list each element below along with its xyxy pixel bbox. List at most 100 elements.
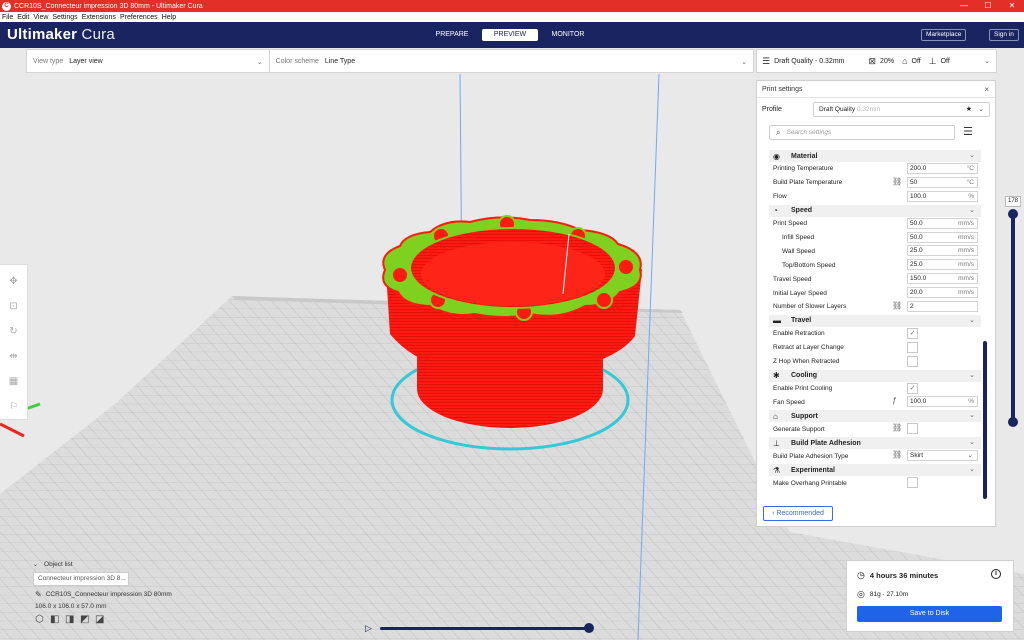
setting-enable-print-cooling: Enable Print Cooling ✓ xyxy=(769,382,981,396)
path-slider-handle[interactable] xyxy=(584,623,594,633)
color-scheme-dropdown[interactable]: Color scheme Line Type ⌄ xyxy=(270,50,753,72)
menu-edit[interactable]: Edit xyxy=(17,14,29,21)
category-title: Travel xyxy=(791,317,812,325)
setting-input[interactable]: 25.0 mm/s xyxy=(907,259,978,271)
maximize-button[interactable]: ☐ xyxy=(976,0,1000,12)
category-title: Material xyxy=(791,152,818,160)
setting-checkbox[interactable]: ✓ xyxy=(907,382,918,394)
setting-label: Build Plate Temperature xyxy=(773,179,843,187)
info-icon[interactable]: i xyxy=(991,569,1001,579)
per-model-settings-icon[interactable]: ▦ xyxy=(9,369,18,394)
support-icon: ⌂ xyxy=(773,411,778,421)
left-view-icon[interactable]: ◩ xyxy=(80,614,95,625)
layer-slider-upper-handle[interactable] xyxy=(1008,209,1018,219)
right-view-icon[interactable]: ◪ xyxy=(95,614,110,625)
menu-file[interactable]: File xyxy=(2,14,13,21)
search-settings-input[interactable]: ⌕ Search settings xyxy=(769,125,955,140)
tab-preview[interactable]: PREVIEW xyxy=(482,29,538,41)
play-icon[interactable]: ▷ xyxy=(365,623,372,634)
setting-make-overhang-printable: Make Overhang Printable xyxy=(769,476,981,490)
job-name-row[interactable]: ✎ CCR10S_Connecteur impression 3D 80mm xyxy=(35,590,233,599)
close-icon[interactable]: × xyxy=(984,81,989,98)
setting-input[interactable]: 50.0 mm/s xyxy=(907,231,978,243)
setting-input[interactable]: 20.0 mm/s xyxy=(907,287,978,299)
setting-checkbox[interactable] xyxy=(907,477,918,489)
setting-input[interactable]: 100.0% xyxy=(907,396,978,408)
marketplace-button[interactable]: Marketplace xyxy=(921,29,967,41)
setting-input[interactable]: 25.0 mm/s xyxy=(907,245,978,257)
link-icon[interactable]: ⛓ xyxy=(892,177,902,186)
menu-settings[interactable]: Settings xyxy=(52,14,77,21)
menu-view[interactable]: View xyxy=(33,14,48,21)
setting-checkbox[interactable] xyxy=(907,341,918,353)
object-list-toggle[interactable]: ⌄ Object list xyxy=(33,561,233,568)
object-list-header: Object list xyxy=(44,561,73,568)
setting-checkbox[interactable] xyxy=(907,355,918,367)
job-name: CCR10S_Connecteur impression 3D 80mm xyxy=(45,591,172,598)
print-settings-summary[interactable]: ☰ Draft Quality - 0.32mm ⊠ 20% ⌂ Off ⊥ O… xyxy=(756,49,997,73)
front-view-icon[interactable]: ◧ xyxy=(50,614,65,625)
menu-extensions[interactable]: Extensions xyxy=(82,14,116,21)
function-icon[interactable]: ƒ xyxy=(892,396,896,405)
move-tool-icon[interactable]: ✥ xyxy=(9,269,17,294)
setting-checkbox[interactable] xyxy=(907,423,918,435)
setting-select[interactable]: Skirt ⌄ xyxy=(907,450,978,462)
category-support[interactable]: ⌂ Support ⌄ xyxy=(769,410,981,423)
layer-slider-track[interactable] xyxy=(1011,216,1015,424)
brand-product: Cura xyxy=(81,26,115,43)
close-window-button[interactable]: ✕ xyxy=(1000,0,1024,12)
3d-view-icon[interactable]: ⬡ xyxy=(35,614,50,625)
view-type-dropdown[interactable]: View type Layer view ⌄ xyxy=(27,50,270,72)
setting-checkbox[interactable]: ✓ xyxy=(907,327,918,339)
rotate-tool-icon[interactable]: ↻ xyxy=(9,319,17,344)
category-travel[interactable]: ▬ Travel ⌄ xyxy=(769,314,981,327)
chevron-down-icon: ⌄ xyxy=(984,58,990,65)
category-build-plate-adhesion[interactable]: ⊥ Build Plate Adhesion ⌄ xyxy=(769,437,981,450)
window-controls: — ☐ ✕ xyxy=(952,0,1024,12)
setting-label: Printing Temperature xyxy=(773,165,834,173)
settings-scrollbar[interactable] xyxy=(983,341,987,499)
layer-slider-lower-handle[interactable] xyxy=(1008,417,1018,427)
support-blocker-icon[interactable]: ⚐ xyxy=(9,394,18,419)
recommended-button[interactable]: ‹ Recommended xyxy=(763,506,833,521)
link-icon[interactable]: ⛓ xyxy=(892,423,902,432)
path-slider-track[interactable] xyxy=(380,627,590,630)
profile-summary: Draft Quality - 0.32mm xyxy=(774,57,845,65)
menu-preferences[interactable]: Preferences xyxy=(120,14,158,21)
thermometer-icon: ◉ xyxy=(773,151,780,161)
bolt-hole xyxy=(391,266,409,284)
mirror-tool-icon[interactable]: ⇹ xyxy=(9,344,17,369)
category-speed[interactable]: ◔ Speed ⌄ xyxy=(769,204,981,217)
sign-in-button[interactable]: Sign in xyxy=(989,29,1019,41)
settings-menu-icon[interactable]: ☰ xyxy=(963,127,973,138)
star-icon[interactable]: ★ xyxy=(966,103,972,116)
setting-input[interactable]: 100.0% xyxy=(907,190,978,202)
object-list-item[interactable]: Connecteur impression 3D 8... xyxy=(33,572,129,586)
scale-tool-icon[interactable]: ⊡ xyxy=(9,294,17,319)
menu-help[interactable]: Help xyxy=(162,14,176,21)
category-material[interactable]: ◉ Material ⌄ xyxy=(769,150,981,162)
setting-input[interactable]: 50 °C xyxy=(907,176,978,188)
setting-initial-layer-speed: Initial Layer Speed 20.0 mm/s xyxy=(769,286,981,300)
top-view-icon[interactable]: ◨ xyxy=(65,614,80,625)
setting-label: Fan Speed xyxy=(773,398,805,406)
setting-input[interactable]: 200.0 °C xyxy=(907,163,978,174)
setting-input[interactable]: 50.0 mm/s xyxy=(907,217,978,229)
setting-input[interactable]: 150.0 mm/s xyxy=(907,273,978,285)
profile-dropdown[interactable]: Draft Quality 0.32mm ★ ⌄ xyxy=(813,102,990,117)
category-experimental[interactable]: ⚗ Experimental ⌄ xyxy=(769,464,981,477)
profile-label: Profile xyxy=(762,105,782,113)
layer-number-label[interactable]: 178 xyxy=(1005,196,1021,207)
tab-prepare[interactable]: PREPARE xyxy=(424,29,480,41)
link-icon[interactable]: ⛓ xyxy=(892,450,902,459)
setting-unit: mm/s xyxy=(958,275,974,283)
bolt-hole xyxy=(595,291,613,309)
link-icon[interactable]: ⛓ xyxy=(892,301,902,310)
tab-monitor[interactable]: MONITOR xyxy=(540,29,596,41)
save-to-disk-button[interactable]: Save to Disk xyxy=(857,606,1002,622)
chevron-down-icon: ⌄ xyxy=(969,206,975,214)
category-cooling[interactable]: ✱ Cooling ⌄ xyxy=(769,369,981,382)
minimize-button[interactable]: — xyxy=(952,0,976,12)
setting-input[interactable]: 2 xyxy=(907,301,978,313)
x-axis-indicator xyxy=(0,422,25,438)
